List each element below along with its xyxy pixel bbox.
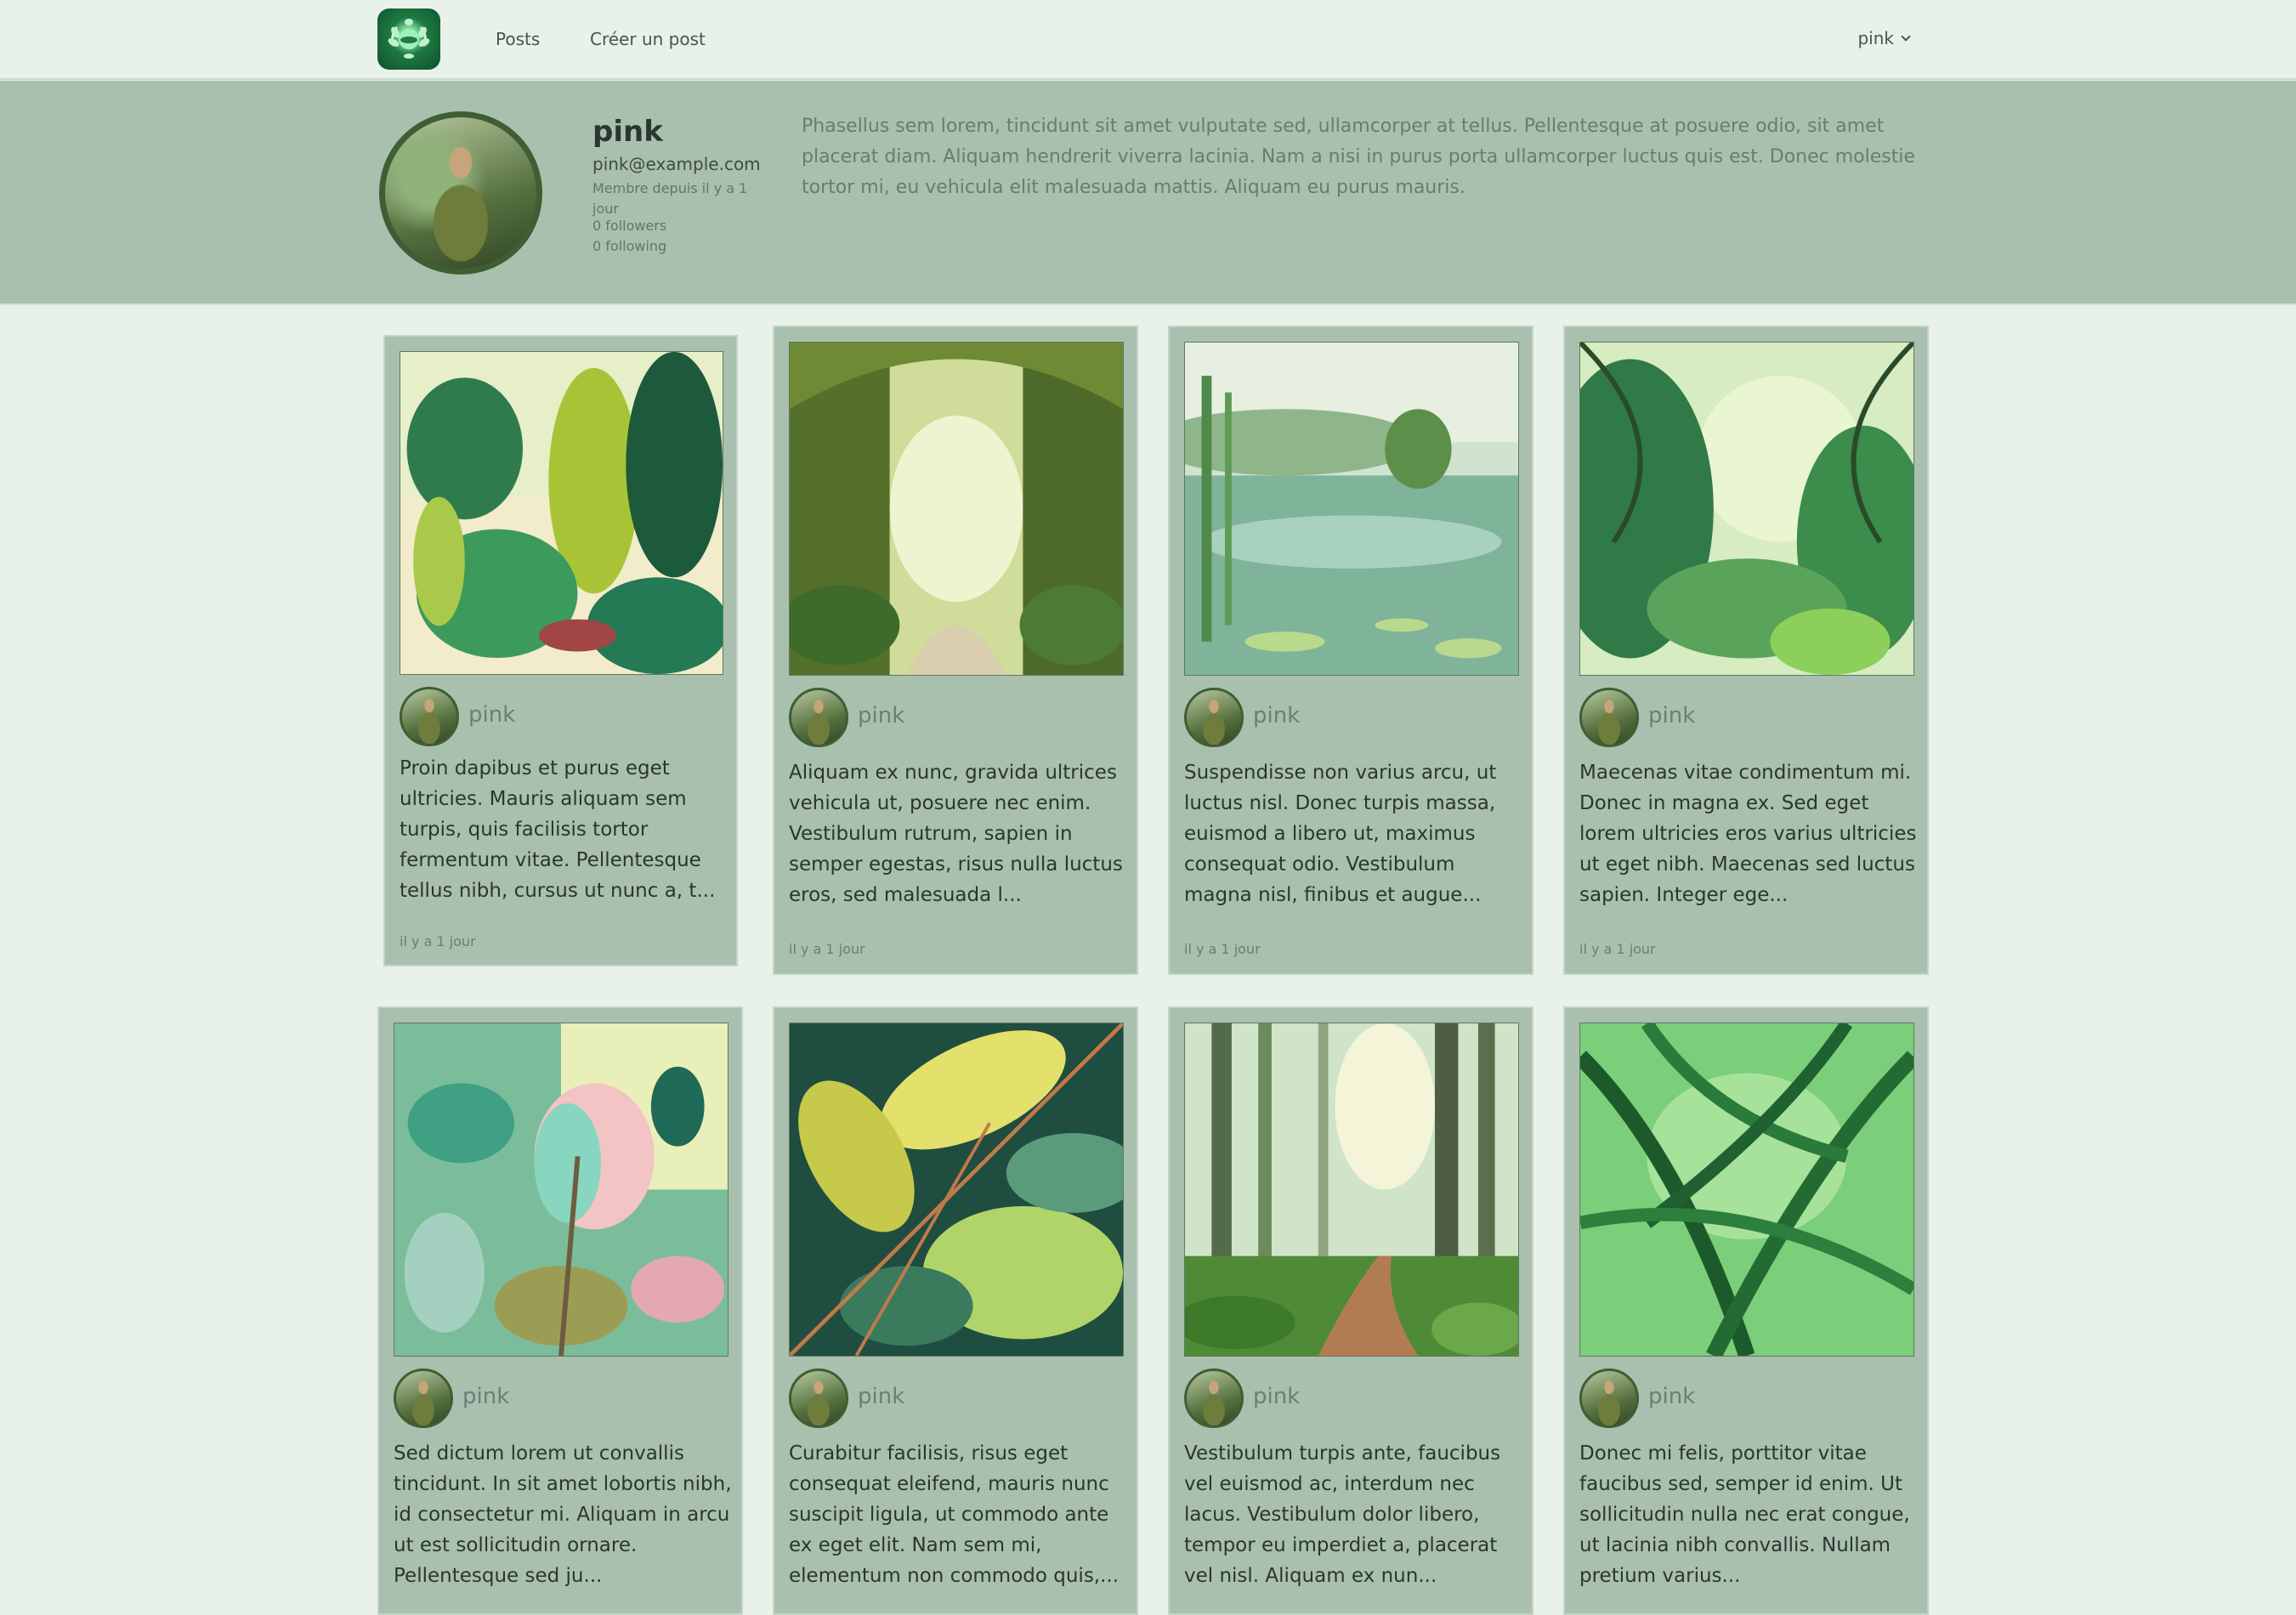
- post-excerpt: Curabitur facilisis, risus eget consequa…: [789, 1442, 1120, 1587]
- post-card[interactable]: pink Donec mi felis, porttitor vitae fau…: [1563, 1006, 1929, 1615]
- chevron-down-icon: [1901, 31, 1911, 42]
- post-image[interactable]: [1579, 342, 1914, 676]
- profile-name: pink: [592, 115, 663, 149]
- nav-create-post-link[interactable]: Créer un post: [590, 29, 706, 49]
- post-image[interactable]: [789, 342, 1124, 676]
- post-excerpt: Aliquam ex nunc, gravida ultrices vehicu…: [789, 762, 1123, 906]
- post-author-avatar[interactable]: [789, 688, 848, 747]
- post-image[interactable]: [1184, 342, 1519, 676]
- post-excerpt: Maecenas vitae condimentum mi. Donec in …: [1579, 762, 1917, 906]
- post-card[interactable]: pink Suspendisse non varius arcu, ut luc…: [1168, 326, 1534, 975]
- post-image[interactable]: [1184, 1023, 1519, 1357]
- post-author-avatar[interactable]: [1579, 688, 1639, 747]
- profile-avatar: [379, 111, 542, 275]
- profile-following-count[interactable]: 0 following: [592, 238, 666, 254]
- profile-email: pink@example.com: [592, 154, 761, 174]
- app-logo-icon[interactable]: [377, 8, 440, 70]
- user-menu-dropdown[interactable]: pink: [1857, 28, 1911, 48]
- post-excerpt: Suspendisse non varius arcu, ut luctus n…: [1184, 762, 1497, 906]
- post-card[interactable]: pink Vestibulum turpis ante, faucibus ve…: [1168, 1006, 1534, 1615]
- post-timestamp: il y a 1 jour: [1579, 941, 1656, 957]
- top-navbar: Posts Créer un post pink: [0, 0, 2296, 80]
- post-author-avatar[interactable]: [400, 687, 459, 746]
- post-image[interactable]: [400, 351, 723, 675]
- post-author-name[interactable]: pink: [468, 702, 515, 728]
- profile-bio: Phasellus sem lorem, tincidunt sit amet …: [802, 116, 1915, 198]
- post-image[interactable]: [1579, 1023, 1914, 1357]
- user-menu-label: pink: [1857, 28, 1894, 48]
- post-timestamp: il y a 1 jour: [400, 933, 476, 949]
- post-excerpt: Proin dapibus et purus eget ultricies. M…: [400, 757, 716, 902]
- post-card[interactable]: pink Proin dapibus et purus eget ultrici…: [383, 335, 738, 966]
- post-author-name[interactable]: pink: [1253, 703, 1300, 728]
- post-excerpt: Donec mi felis, porttitor vitae faucibus…: [1579, 1442, 1910, 1587]
- profile-header: pink pink@example.com Membre depuis il y…: [0, 81, 2296, 305]
- post-card[interactable]: pink Aliquam ex nunc, gravida ultrices v…: [773, 326, 1138, 975]
- profile-followers-count[interactable]: 0 followers: [592, 218, 666, 234]
- post-author-name[interactable]: pink: [858, 703, 904, 728]
- post-excerpt: Sed dictum lorem ut convallis tincidunt.…: [394, 1442, 732, 1587]
- post-author-avatar[interactable]: [789, 1368, 848, 1428]
- profile-member-since: Membre depuis il y a 1 jour: [592, 180, 748, 217]
- post-author-name[interactable]: pink: [858, 1384, 904, 1409]
- nav-posts-link[interactable]: Posts: [496, 29, 540, 49]
- post-author-name[interactable]: pink: [1648, 703, 1695, 728]
- post-card[interactable]: pink Maecenas vitae condimentum mi. Done…: [1563, 326, 1929, 975]
- post-timestamp: il y a 1 jour: [789, 941, 865, 957]
- post-excerpt: Vestibulum turpis ante, faucibus vel eui…: [1184, 1442, 1501, 1587]
- post-timestamp: il y a 1 jour: [1184, 941, 1261, 957]
- post-card[interactable]: pink Curabitur facilisis, risus eget con…: [773, 1006, 1138, 1615]
- post-author-name[interactable]: pink: [462, 1384, 509, 1409]
- post-author-avatar[interactable]: [1579, 1368, 1639, 1428]
- post-card[interactable]: pink Sed dictum lorem ut convallis tinci…: [377, 1006, 743, 1615]
- post-author-avatar[interactable]: [1184, 1368, 1244, 1428]
- post-author-avatar[interactable]: [394, 1368, 453, 1428]
- post-author-name[interactable]: pink: [1648, 1384, 1695, 1409]
- post-author-name[interactable]: pink: [1253, 1384, 1300, 1409]
- post-author-avatar[interactable]: [1184, 688, 1244, 747]
- post-image[interactable]: [394, 1023, 728, 1357]
- post-image[interactable]: [789, 1023, 1124, 1357]
